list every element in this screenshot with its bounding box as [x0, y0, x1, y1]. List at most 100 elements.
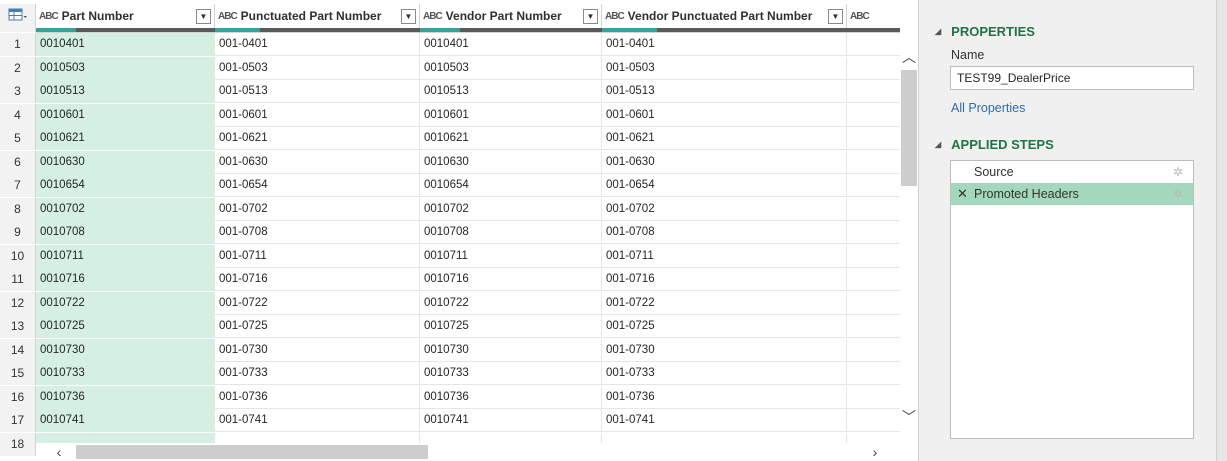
table-row[interactable]: 14 0010730 001-0730 0010730 001-0730	[0, 338, 900, 362]
table-cell[interactable]: 0010654	[36, 174, 215, 197]
table-row[interactable]: 8 0010702 001-0702 0010702 001-0702	[0, 197, 900, 221]
table-cell[interactable]: 0010621	[420, 127, 602, 150]
table-cell[interactable]: 0010736	[420, 385, 602, 409]
table-cell[interactable]: 001-0725	[215, 315, 420, 338]
applied-steps-section-header[interactable]: ◢ APPLIED STEPS	[935, 137, 1054, 152]
table-cell[interactable]: 001-0741	[215, 409, 420, 432]
table-cell[interactable]: 0010733	[420, 362, 602, 385]
table-row[interactable]: 17 0010741 001-0741 0010741 001-0741	[0, 409, 900, 432]
table-cell[interactable]: 0010654	[420, 174, 602, 197]
abc-type-icon[interactable]: ABC	[39, 11, 59, 22]
dropdown-arrow-icon[interactable]: ▼	[583, 8, 598, 24]
table-cell[interactable]: 0010621	[36, 127, 215, 150]
dropdown-arrow-icon[interactable]: ▼	[828, 8, 843, 24]
abc-type-icon[interactable]: ABC	[850, 11, 870, 22]
table-cell[interactable]: 0010601	[420, 103, 602, 127]
row-number[interactable]: 13	[0, 315, 36, 338]
table-cell[interactable]: 001-0708	[602, 221, 847, 244]
row-number[interactable]: 14	[0, 338, 36, 362]
scroll-right-icon[interactable]: ›	[866, 443, 884, 461]
row-number[interactable]: 5	[0, 127, 36, 150]
table-cell[interactable]: 0010630	[36, 150, 215, 174]
table-cell[interactable]: 0010741	[36, 409, 215, 432]
row-number[interactable]: 12	[0, 291, 36, 315]
table-cell[interactable]: 001-0711	[602, 244, 847, 268]
table-cell[interactable]: 001-0702	[215, 197, 420, 221]
table-cell[interactable]: 001-0730	[215, 338, 420, 362]
table-cell[interactable]: 001-0741	[602, 409, 847, 432]
dropdown-arrow-icon[interactable]: ▼	[196, 8, 211, 24]
table-cell[interactable]: 0010702	[420, 197, 602, 221]
table-row[interactable]: 16 0010736 001-0736 0010736 001-0736	[0, 385, 900, 409]
column-header-vendor-punctuated-part-number[interactable]: ABC Vendor Punctuated Part Number ▼	[602, 4, 847, 28]
table-cell[interactable]: 0010630	[420, 150, 602, 174]
all-properties-link[interactable]: All Properties	[951, 101, 1025, 115]
table-cell[interactable]: 001-0630	[215, 150, 420, 174]
table-cell[interactable]: 0010725	[420, 315, 602, 338]
query-name-input[interactable]	[950, 66, 1194, 90]
row-number[interactable]: 16	[0, 385, 36, 409]
table-cell[interactable]: 0010711	[420, 244, 602, 268]
table-cell[interactable]: 0010730	[420, 338, 602, 362]
table-cell[interactable]: 001-0630	[602, 150, 847, 174]
table-row[interactable]: 4 0010601 001-0601 0010601 001-0601	[0, 103, 900, 127]
abc-type-icon[interactable]: ABC	[218, 11, 238, 22]
table-cell[interactable]: 0010601	[36, 103, 215, 127]
table-row[interactable]: 5 0010621 001-0621 0010621 001-0621	[0, 127, 900, 150]
abc-type-icon[interactable]: ABC	[605, 11, 625, 22]
table-row[interactable]: 7 0010654 001-0654 0010654 001-0654	[0, 174, 900, 197]
table-cell[interactable]: 001-0725	[602, 315, 847, 338]
table-row[interactable]: 11 0010716 001-0716 0010716 001-0716	[0, 268, 900, 291]
column-header-punctuated-part-number[interactable]: ABC Punctuated Part Number ▼	[215, 4, 420, 28]
table-row[interactable]: 1 0010401 001-0401 0010401 001-0401	[0, 33, 900, 56]
table-cell[interactable]: 001-0722	[215, 291, 420, 315]
vertical-scrollbar[interactable]: ︿ ﹀	[900, 44, 918, 434]
table-cell[interactable]: 0010733	[36, 362, 215, 385]
abc-type-icon[interactable]: ABC	[423, 11, 443, 22]
gear-icon[interactable]: ✲	[1173, 183, 1183, 205]
row-number[interactable]: 15	[0, 362, 36, 385]
table-cell[interactable]: 0010711	[36, 244, 215, 268]
collapse-triangle-icon[interactable]: ◢	[935, 140, 941, 149]
table-cell[interactable]: 001-0711	[215, 244, 420, 268]
dropdown-arrow-icon[interactable]: ▼	[401, 8, 416, 24]
row-number[interactable]: 6	[0, 150, 36, 174]
table-cell[interactable]: 001-0621	[602, 127, 847, 150]
table-row[interactable]: 3 0010513 001-0513 0010513 001-0513	[0, 80, 900, 103]
table-cell[interactable]: 0010741	[420, 409, 602, 432]
table-row[interactable]: 6 0010630 001-0630 0010630 001-0630	[0, 150, 900, 174]
row-number[interactable]: 7	[0, 174, 36, 197]
row-number[interactable]: 3	[0, 80, 36, 103]
table-cell[interactable]: 001-0708	[215, 221, 420, 244]
table-cell[interactable]: 001-0702	[602, 197, 847, 221]
table-cell[interactable]: 0010702	[36, 197, 215, 221]
vertical-scroll-thumb[interactable]	[901, 70, 917, 186]
table-cell[interactable]: 001-0503	[602, 56, 847, 80]
table-cell[interactable]: 0010708	[36, 221, 215, 244]
table-cell[interactable]: 001-0730	[602, 338, 847, 362]
table-cell[interactable]: 0010503	[420, 56, 602, 80]
table-cell[interactable]: 001-0716	[602, 268, 847, 291]
column-header-next[interactable]: ABC	[847, 4, 900, 28]
table-cell[interactable]: 001-0503	[215, 56, 420, 80]
table-cell[interactable]: 001-0513	[215, 80, 420, 103]
horizontal-scrollbar[interactable]: ‹ ›	[36, 443, 900, 461]
table-cell[interactable]: 0010722	[36, 291, 215, 315]
step-source[interactable]: Source ✲	[951, 161, 1193, 183]
table-cell[interactable]: 001-0621	[215, 127, 420, 150]
table-cell[interactable]: 001-0601	[602, 103, 847, 127]
table-cell[interactable]: 001-0716	[215, 268, 420, 291]
table-cell[interactable]: 001-0736	[602, 385, 847, 409]
scroll-down-icon[interactable]: ﹀	[900, 408, 918, 426]
column-header-part-number[interactable]: ABC Part Number ▼	[36, 4, 215, 28]
table-cell[interactable]: 001-0733	[215, 362, 420, 385]
gear-icon[interactable]: ✲	[1173, 161, 1183, 183]
table-cell[interactable]: 0010736	[36, 385, 215, 409]
table-cell[interactable]: 0010708	[420, 221, 602, 244]
table-row[interactable]: 13 0010725 001-0725 0010725 001-0725	[0, 315, 900, 338]
table-cell[interactable]: 0010401	[420, 33, 602, 56]
table-row[interactable]: 2 0010503 001-0503 0010503 001-0503	[0, 56, 900, 80]
table-cell[interactable]: 0010716	[36, 268, 215, 291]
row-number[interactable]: 8	[0, 197, 36, 221]
table-cell[interactable]: 0010503	[36, 56, 215, 80]
